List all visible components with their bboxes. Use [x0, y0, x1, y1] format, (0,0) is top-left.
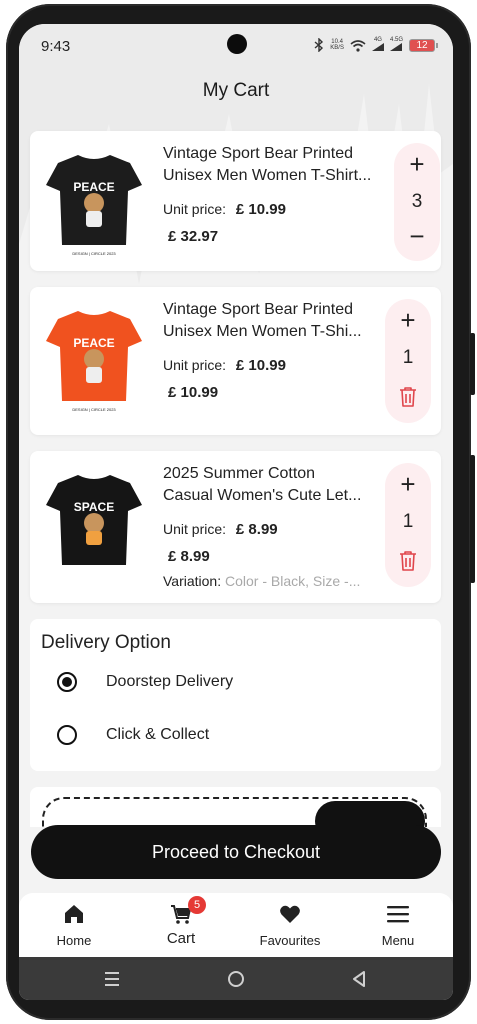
status-icons: 10.4 KB/S 4G 4.5G 12 [314, 37, 438, 53]
power-button [470, 455, 475, 583]
back-icon[interactable] [348, 968, 370, 990]
item-total: £ 10.99 [168, 384, 219, 401]
product-thumbnail[interactable]: SPACE [38, 461, 150, 581]
item-title[interactable]: Vintage Sport Bear Printed Unisex Men Wo… [163, 143, 385, 187]
increase-button[interactable]: + [385, 305, 431, 335]
unit-price-row: Unit price: £ 8.99 [163, 521, 278, 538]
delivery-option-doorstep[interactable]: Doorstep Delivery [57, 672, 233, 692]
coupon-apply-button[interactable] [315, 801, 425, 827]
unit-price: £ 8.99 [235, 521, 278, 538]
app-screen: 9:43 10.4 KB/S 4G 4.5G 12 My Cart PEACE … [19, 24, 453, 1000]
item-total: £ 32.97 [168, 228, 219, 245]
thumb-print-text: PEACE [73, 180, 114, 194]
variation-value: Color - Black, Size -... [225, 573, 361, 589]
increase-button[interactable]: + [385, 469, 431, 499]
signal-1: 4G [371, 37, 384, 53]
quantity-value: 3 [411, 191, 423, 212]
thumb-caption: DESIGN | CIRCLE 2023 [72, 251, 116, 256]
delivery-option-label: Doorstep Delivery [106, 673, 234, 690]
home-icon [65, 905, 83, 923]
item-title-line: Vintage Sport Bear Printed [163, 301, 354, 318]
signal-2: 4.5G [390, 37, 403, 53]
item-total: £ 8.99 [168, 548, 210, 565]
unit-price-row: Unit price: £ 10.99 [163, 201, 286, 218]
nav-item-cart[interactable]: 5 Cart [131, 893, 231, 957]
cart-item[interactable]: SPACE 2025 Summer Cotton Casual Women's … [30, 451, 441, 603]
item-title-line: Casual Women's Cute Let... [163, 487, 362, 504]
status-time: 9:43 [41, 38, 71, 55]
unit-price: £ 10.99 [235, 357, 286, 374]
checkout-button[interactable]: Proceed to Checkout [31, 825, 441, 879]
quantity-stepper: + 3 − [394, 143, 440, 261]
nav-label: Menu [381, 933, 415, 948]
wifi-icon [350, 39, 366, 52]
product-thumbnail[interactable]: PEACE DESIGN | CIRCLE 2023 [38, 141, 150, 261]
decrease-button[interactable]: − [394, 221, 440, 251]
quantity-value: 1 [402, 511, 414, 532]
net-speed-unit: KB/S [330, 45, 344, 51]
item-title-line: Vintage Sport Bear Printed [163, 145, 354, 162]
nav-item-home[interactable]: Home [24, 893, 124, 957]
bluetooth-icon [314, 38, 324, 52]
item-title-line: 2025 Summer Cotton [163, 465, 316, 482]
battery-icon: 12 [409, 38, 438, 52]
signal-2-icon [390, 43, 403, 51]
thumb-caption: DESIGN | CIRCLE 2023 [72, 407, 116, 412]
thumb-print-text: PEACE [73, 336, 114, 350]
item-title-line: Unisex Men Women T-Shi... [163, 323, 362, 340]
radio-unselected[interactable] [57, 725, 77, 745]
item-title[interactable]: 2025 Summer Cotton Casual Women's Cute L… [163, 463, 385, 507]
item-title-line: Unisex Men Women T-Shirt... [163, 167, 372, 184]
nav-label: Home [56, 933, 92, 948]
unit-price-label: Unit price: [163, 521, 227, 537]
menu-icon [387, 906, 409, 923]
variation-label: Variation: [163, 573, 222, 589]
nav-item-menu[interactable]: Menu [348, 893, 448, 957]
delivery-option-click-collect[interactable]: Click & Collect [57, 725, 209, 745]
unit-price: £ 10.99 [235, 201, 286, 218]
unit-price-row: Unit price: £ 10.99 [163, 357, 286, 374]
cart-item[interactable]: PEACE DESIGN | CIRCLE 2023 Vintage Sport… [30, 287, 441, 435]
delivery-title: Delivery Option [41, 632, 171, 653]
product-thumbnail[interactable]: PEACE DESIGN | CIRCLE 2023 [38, 297, 150, 417]
home-circle-icon[interactable] [225, 968, 247, 990]
quantity-value: 1 [402, 347, 414, 368]
status-bar: 9:43 10.4 KB/S 4G 4.5G 12 [19, 24, 453, 64]
cart-badge: 5 [188, 896, 206, 914]
delivery-option-card: Delivery Option Doorstep Delivery Click … [30, 619, 441, 771]
unit-price-label: Unit price: [163, 357, 227, 373]
increase-button[interactable]: + [394, 149, 440, 179]
trash-icon[interactable] [398, 386, 418, 408]
nav-item-favourites[interactable]: Favourites [240, 893, 340, 957]
unit-price-label: Unit price: [163, 201, 227, 217]
volume-button [470, 333, 475, 395]
cart-item[interactable]: PEACE DESIGN | CIRCLE 2023 Vintage Sport… [30, 131, 441, 271]
heart-icon [280, 905, 300, 923]
front-camera [227, 34, 247, 54]
recent-apps-icon[interactable] [101, 968, 123, 990]
signal-1-icon [371, 43, 384, 51]
item-title[interactable]: Vintage Sport Bear Printed Unisex Men Wo… [163, 299, 385, 343]
quantity-stepper: + 1 [385, 299, 431, 423]
coupon-card [30, 787, 441, 827]
net-speed: 10.4 KB/S [330, 39, 344, 51]
page-title: My Cart [202, 80, 270, 101]
nav-label: Cart [166, 930, 196, 947]
thumb-print-text: SPACE [74, 500, 114, 514]
nav-label: Favourites [259, 933, 321, 948]
quantity-stepper: + 1 [385, 463, 431, 587]
system-nav-bar [19, 957, 453, 1000]
bottom-nav: Home 5 Cart Favourites Menu [19, 893, 453, 957]
trash-icon[interactable] [398, 550, 418, 572]
radio-selected[interactable] [57, 672, 77, 692]
delivery-option-label: Click & Collect [106, 726, 210, 743]
item-variation: Variation: Color - Black, Size -... [163, 573, 378, 589]
